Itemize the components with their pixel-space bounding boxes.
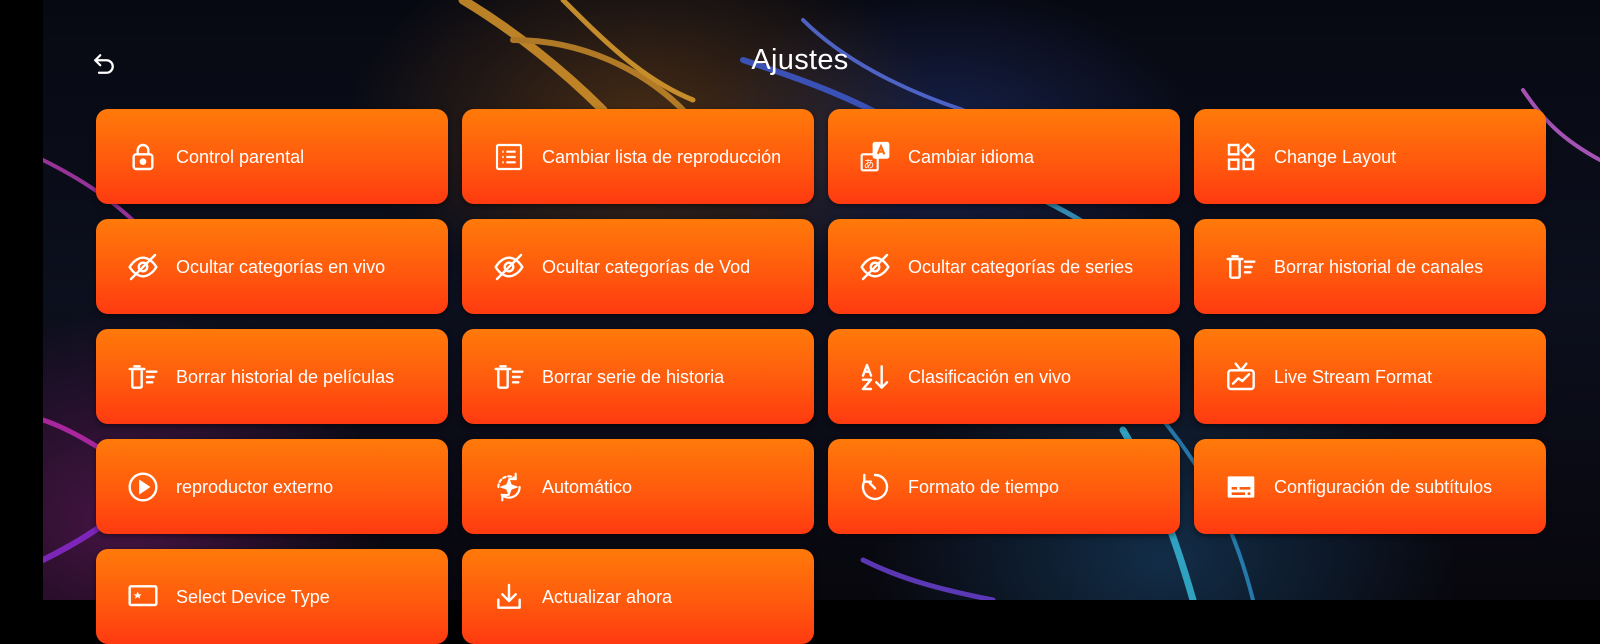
tile-label: Cambiar idioma (908, 146, 1035, 167)
auto-refresh-icon (492, 470, 526, 504)
eye-off-icon-glyph (860, 253, 890, 280)
tile-borrar-serie[interactable]: Borrar serie de historia (462, 329, 814, 424)
tile-label: Borrar historial de películas (176, 366, 395, 387)
translate-icon-glyph: あ (860, 141, 890, 171)
tile-formato-tiempo[interactable]: Formato de tiempo (828, 439, 1180, 534)
subtitles-icon (1224, 470, 1258, 504)
auto-refresh-icon-glyph (497, 472, 521, 501)
play-circle-icon (126, 470, 160, 504)
tile-ocultar-series[interactable]: Ocultar categorías de series (828, 219, 1180, 314)
subtitles-icon-glyph (1227, 475, 1255, 498)
tile-reproductor-externo[interactable]: reproductor externo (96, 439, 448, 534)
svg-text:あ: あ (864, 157, 875, 170)
tile-select-device[interactable]: Select Device Type (96, 549, 448, 644)
tile-change-layout[interactable]: Change Layout (1194, 109, 1546, 204)
play-circle-icon-glyph (128, 471, 158, 502)
tile-label: Change Layout (1274, 146, 1397, 167)
tile-label: Ocultar categorías de Vod (542, 256, 751, 277)
tile-ocultar-vivo[interactable]: Ocultar categorías en vivo (96, 219, 448, 314)
eye-off-icon-glyph (128, 253, 158, 280)
tile-label: Live Stream Format (1274, 366, 1433, 387)
layout-icon-glyph (1227, 142, 1256, 170)
lock-icon-glyph (132, 143, 154, 170)
tile-label: Ocultar categorías de series (908, 256, 1134, 277)
tile-live-stream-format[interactable]: Live Stream Format (1194, 329, 1546, 424)
page-title: Ajustes (751, 44, 849, 76)
delete-list-icon (492, 360, 526, 394)
tile-label: Select Device Type (176, 586, 330, 607)
layout-icon (1224, 140, 1258, 174)
tile-label: Configuración de subtítulos (1274, 476, 1493, 497)
tile-control-parental[interactable]: Control parental (96, 109, 448, 204)
tile-label: Ocultar categorías en vivo (176, 256, 386, 277)
delete-list-icon-glyph (1226, 254, 1256, 279)
download-icon-glyph (497, 583, 521, 609)
sort-az-icon-glyph (861, 363, 889, 390)
tile-label: Actualizar ahora (542, 586, 673, 607)
tile-label: Cambiar lista de reproducción (542, 146, 782, 167)
tile-label: Automático (542, 476, 633, 497)
tile-subtitulos[interactable]: Configuración de subtítulos (1194, 439, 1546, 534)
device-icon-glyph (128, 584, 158, 606)
list-icon (492, 140, 526, 174)
tile-ocultar-vod[interactable]: Ocultar categorías de Vod (462, 219, 814, 314)
live-tv-icon (1224, 360, 1258, 394)
download-icon (492, 580, 526, 614)
live-tv-icon-glyph (1227, 361, 1255, 390)
tile-cambiar-lista[interactable]: Cambiar lista de reproducción (462, 109, 814, 204)
tile-clasificacion[interactable]: Clasificación en vivo (828, 329, 1180, 424)
device-icon (126, 580, 160, 614)
tile-label: reproductor externo (176, 476, 334, 497)
tile-label: Formato de tiempo (908, 476, 1060, 497)
delete-list-icon-glyph (494, 364, 524, 389)
delete-list-icon-glyph (128, 364, 158, 389)
sort-az-icon (858, 360, 892, 394)
eye-off-icon (126, 250, 160, 284)
tile-borrar-canales[interactable]: Borrar historial de canales (1194, 219, 1546, 314)
timer-icon (858, 470, 892, 504)
tile-label: Borrar serie de historia (542, 366, 725, 387)
tile-label: Control parental (176, 146, 305, 167)
delete-list-icon (126, 360, 160, 394)
eye-off-icon-glyph (494, 253, 524, 280)
tile-label: Borrar historial de canales (1274, 256, 1484, 277)
tile-automatico[interactable]: Automático (462, 439, 814, 534)
delete-list-icon (1224, 250, 1258, 284)
eye-off-icon (492, 250, 526, 284)
list-icon-glyph (495, 143, 523, 170)
tile-label: Clasificación en vivo (908, 366, 1072, 387)
lock-icon (126, 140, 160, 174)
tile-cambiar-idioma[interactable]: あ Cambiar idioma (828, 109, 1180, 204)
timer-icon-glyph (861, 473, 889, 500)
tile-actualizar[interactable]: Actualizar ahora (462, 549, 814, 644)
eye-off-icon (858, 250, 892, 284)
translate-icon: あ (858, 140, 892, 174)
tile-borrar-peliculas[interactable]: Borrar historial de películas (96, 329, 448, 424)
